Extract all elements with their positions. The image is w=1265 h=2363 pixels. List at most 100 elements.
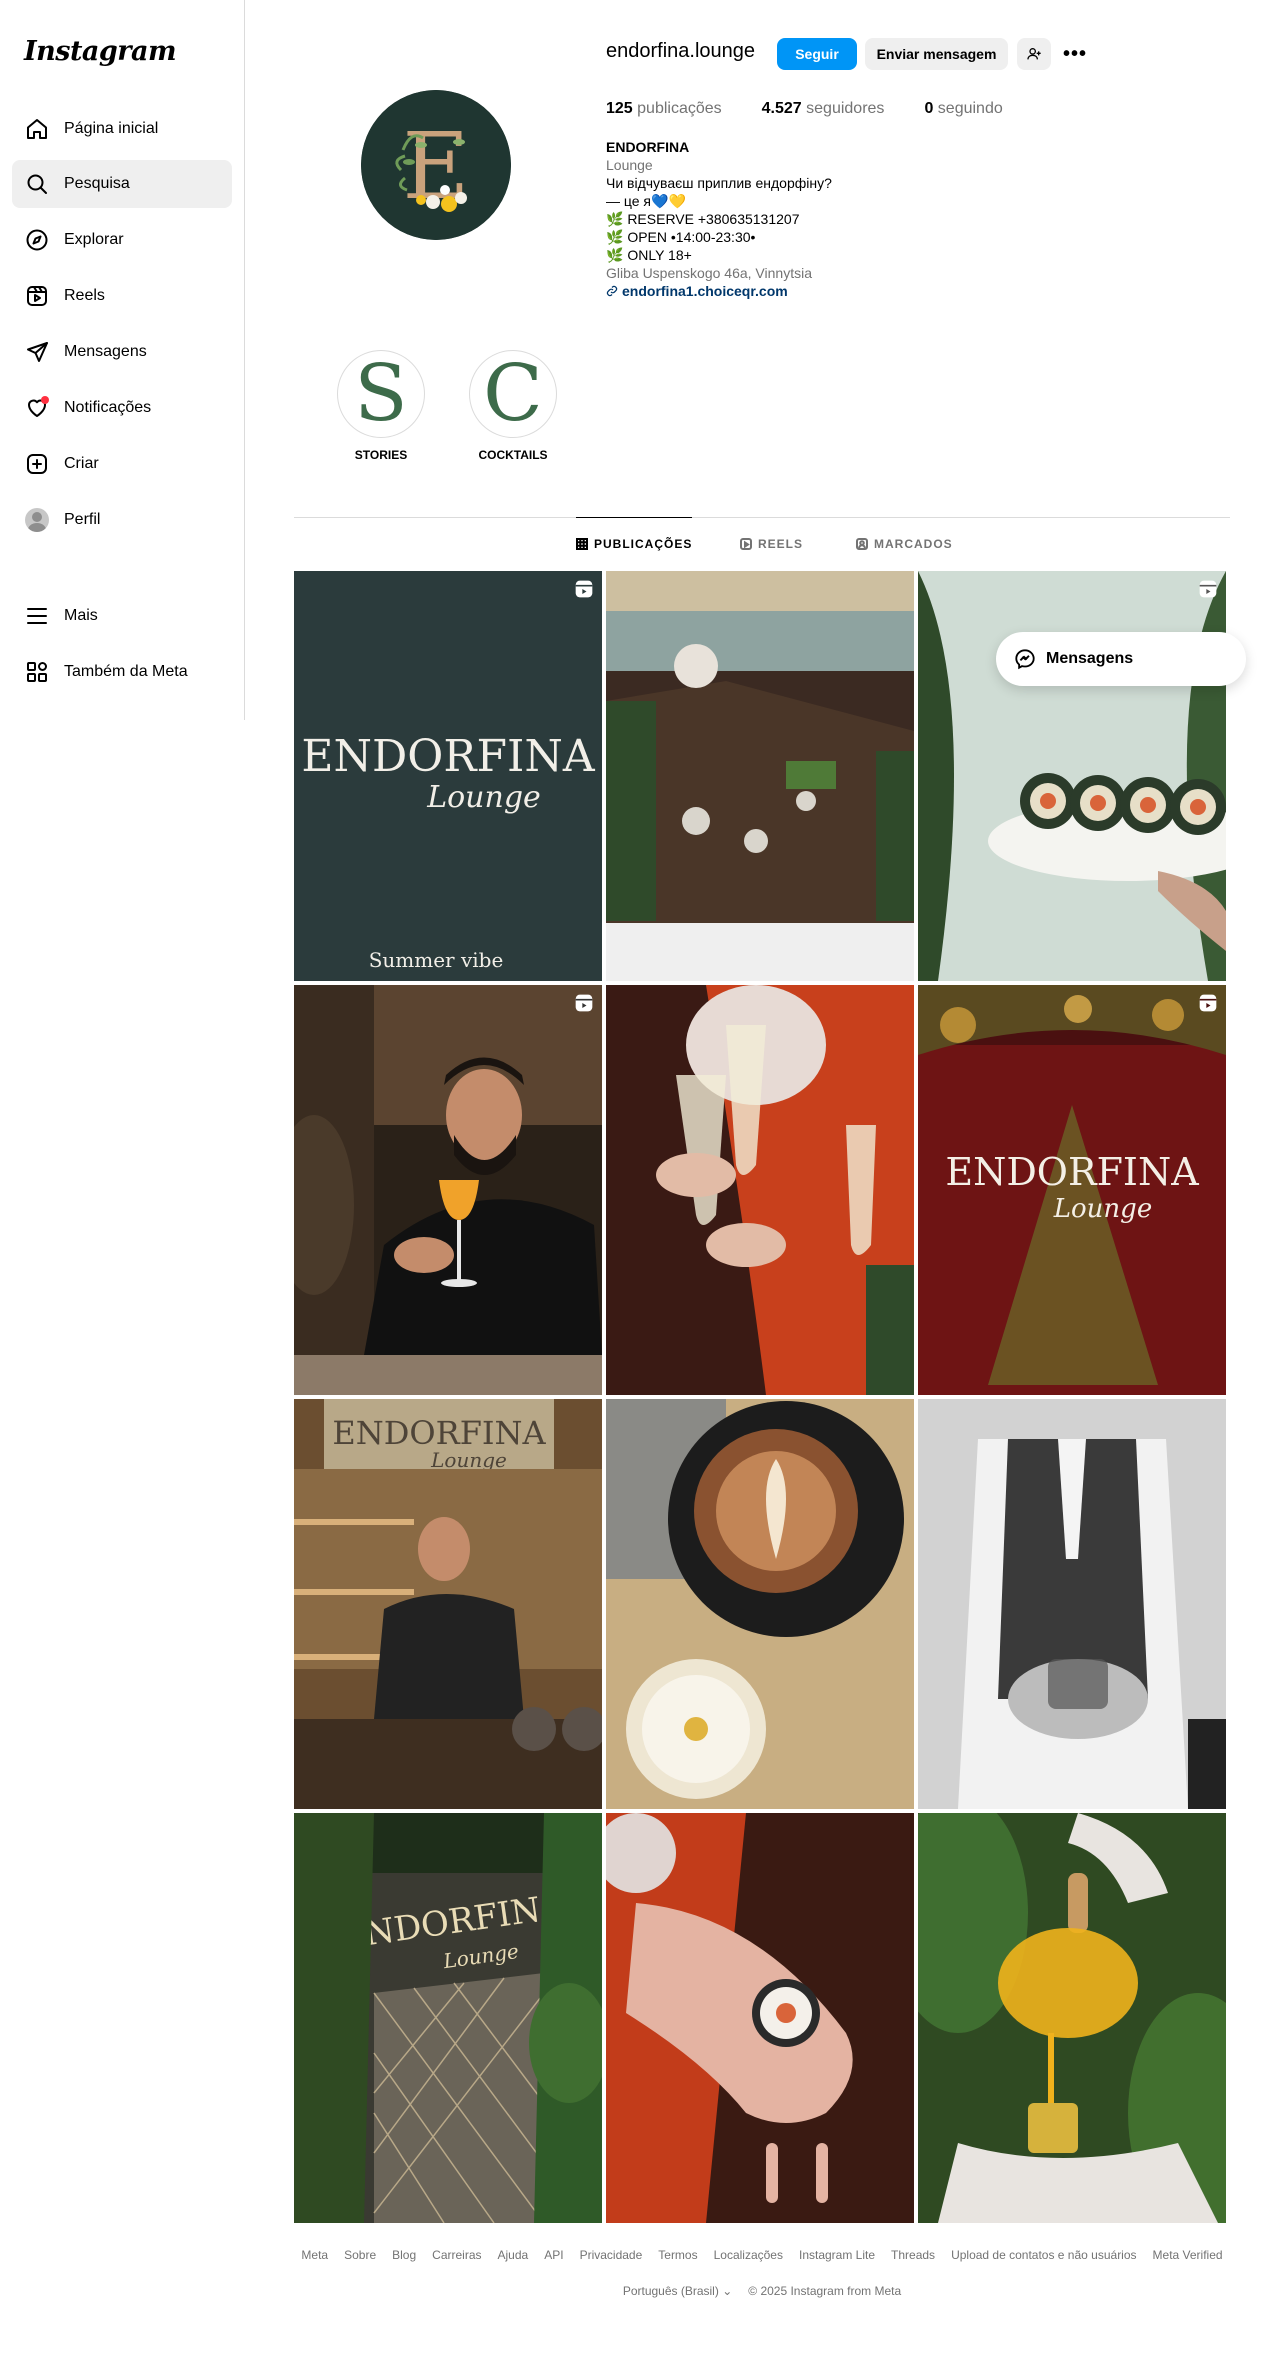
- footer-link[interactable]: Carreiras: [432, 2248, 481, 2262]
- footer-link[interactable]: Meta: [301, 2248, 328, 2262]
- instagram-logo[interactable]: Instagram: [24, 36, 177, 67]
- svg-text:Lounge: Lounge: [426, 780, 541, 815]
- post-image: ENDORFINA Lounge Summer vibe: [294, 571, 602, 981]
- followers-count[interactable]: 4.527 seguidores: [762, 100, 885, 118]
- messenger-icon: [1015, 649, 1035, 670]
- send-message-button[interactable]: Enviar mensagem: [865, 38, 1008, 70]
- meta-apps-icon: [24, 659, 50, 685]
- footer-link[interactable]: Sobre: [344, 2248, 376, 2262]
- post-image: ENDORFINA Lounge: [294, 1813, 602, 2223]
- bio-line: — це я💙💛: [606, 193, 686, 209]
- bio-line: 🌿 ONLY 18+: [606, 247, 692, 263]
- language-selector[interactable]: Português (Brasil) ⌄: [623, 2284, 732, 2298]
- highlight-cover: C: [473, 354, 553, 434]
- bio-line: 🌿 OPEN •14:00-23:30•: [606, 229, 756, 245]
- plus-square-icon: [24, 451, 50, 477]
- footer-links: Meta Sobre Blog Carreiras Ajuda API Priv…: [294, 2248, 1230, 2262]
- send-icon: [24, 339, 50, 365]
- footer-link[interactable]: Localizações: [714, 2248, 783, 2262]
- post-image: [606, 1813, 914, 2223]
- sidebar-item-create[interactable]: Criar: [12, 440, 232, 488]
- sidebar-item-label: Notificações: [64, 399, 152, 416]
- post-tile[interactable]: [606, 985, 914, 1395]
- post-tile[interactable]: [606, 1399, 914, 1809]
- footer-link[interactable]: Privacidade: [580, 2248, 643, 2262]
- reel-indicator-icon: [575, 994, 593, 1012]
- footer-link[interactable]: Upload de contatos e não usuários: [951, 2248, 1136, 2262]
- svg-text:ENDORFINA: ENDORFINA: [332, 1414, 546, 1452]
- footer-link[interactable]: Instagram Lite: [799, 2248, 875, 2262]
- home-icon: [24, 116, 50, 142]
- post-tile[interactable]: ENDORFINA Lounge: [294, 1399, 602, 1809]
- sidebar-item-home[interactable]: Página inicial: [12, 105, 232, 153]
- add-person-icon: [1027, 48, 1041, 60]
- post-tile[interactable]: ENDORFINA Lounge Summer vibe: [294, 571, 602, 981]
- profile-avatar[interactable]: E: [361, 90, 511, 240]
- posts-count: 125 publicações: [606, 100, 722, 117]
- sidebar-item-explore[interactable]: Explorar: [12, 216, 232, 264]
- copyright: © 2025 Instagram from Meta: [748, 2284, 902, 2298]
- footer-link[interactable]: Threads: [891, 2248, 935, 2262]
- more-options-button[interactable]: •••: [1060, 38, 1090, 70]
- chevron-down-icon: ⌄: [722, 2284, 733, 2298]
- tab-reels[interactable]: REELS: [740, 518, 803, 570]
- bio-link[interactable]: endorfina1.choiceqr.com: [606, 282, 1006, 300]
- sidebar-item-profile[interactable]: Perfil: [12, 496, 232, 544]
- sidebar-item-reels[interactable]: Reels: [12, 272, 232, 320]
- highlight-cocktails[interactable]: C COCKTAILS: [469, 350, 557, 462]
- sidebar-item-label: Página inicial: [64, 120, 159, 137]
- sidebar-item-label: Reels: [64, 287, 105, 304]
- post-tile[interactable]: [918, 1813, 1226, 2223]
- sidebar-item-notifications[interactable]: Notificações: [12, 384, 232, 432]
- tagged-icon: [856, 538, 868, 550]
- messages-floating-button[interactable]: Mensagens: [996, 632, 1246, 686]
- post-tile[interactable]: [606, 571, 914, 981]
- footer-link[interactable]: API: [544, 2248, 563, 2262]
- footer-link[interactable]: Meta Verified: [1153, 2248, 1223, 2262]
- reels-icon: [24, 283, 50, 309]
- profile-stats: 125 publicações 4.527 seguidores 0 segui…: [606, 100, 1003, 118]
- footer-link[interactable]: Ajuda: [498, 2248, 529, 2262]
- post-image: ENDORFINA Lounge: [918, 985, 1226, 1395]
- post-tile[interactable]: ENDORFINA Lounge: [918, 985, 1226, 1395]
- sidebar-item-messages[interactable]: Mensagens: [12, 328, 232, 376]
- footer-bottom: Português (Brasil) ⌄ © 2025 Instagram fr…: [294, 2284, 1230, 2298]
- bio-line: Чи відчуваєш приплив ендорфіну?: [606, 175, 832, 191]
- tab-posts[interactable]: PUBLICAÇÕES: [576, 517, 693, 569]
- profile-monogram-icon: E: [361, 90, 511, 240]
- highlight-label: COCKTAILS: [478, 448, 548, 462]
- sidebar-item-more[interactable]: Mais: [12, 592, 232, 640]
- following-count[interactable]: 0 seguindo: [924, 100, 1002, 118]
- footer-link[interactable]: Termos: [658, 2248, 697, 2262]
- sidebar-item-label: Mais: [64, 607, 98, 624]
- post-tile[interactable]: [918, 1399, 1226, 1809]
- footer-link[interactable]: Blog: [392, 2248, 416, 2262]
- post-image: [606, 985, 914, 1395]
- sidebar: Instagram Página inicial Pesquisa Explor…: [0, 0, 245, 720]
- reel-indicator-icon: [1199, 994, 1217, 1012]
- post-tile[interactable]: ENDORFINA Lounge: [294, 1813, 602, 2223]
- highlight-label: STORIES: [354, 448, 408, 462]
- post-image: [918, 1399, 1226, 1809]
- post-tile[interactable]: [606, 1813, 914, 2223]
- follow-button[interactable]: Seguir: [777, 38, 857, 70]
- post-tile[interactable]: [294, 985, 602, 1395]
- sidebar-item-label: Explorar: [64, 231, 124, 248]
- post-image: [606, 571, 914, 981]
- bio-location[interactable]: Gliba Uspenskogo 46a, Vinnytsia: [606, 264, 1006, 282]
- reels-icon: [740, 538, 752, 550]
- tab-tagged[interactable]: MARCADOS: [856, 518, 953, 570]
- reel-indicator-icon: [1199, 580, 1217, 598]
- bio-name: ENDORFINA: [606, 139, 690, 155]
- messages-floating-label: Mensagens: [1046, 650, 1134, 667]
- sidebar-item-search[interactable]: Pesquisa: [12, 160, 232, 208]
- sidebar-item-label: Criar: [64, 455, 99, 472]
- profile-tabs: PUBLICAÇÕES REELS MARCADOS: [294, 517, 1230, 569]
- post-image: [918, 1813, 1226, 2223]
- highlight-stories[interactable]: S STORIES: [337, 350, 425, 462]
- sidebar-item-label: Também da Meta: [64, 663, 188, 680]
- bio-category: Lounge: [606, 157, 653, 173]
- suggested-accounts-button[interactable]: [1017, 38, 1051, 70]
- reel-indicator-icon: [575, 580, 593, 598]
- sidebar-item-also-from-meta[interactable]: Também da Meta: [12, 648, 232, 696]
